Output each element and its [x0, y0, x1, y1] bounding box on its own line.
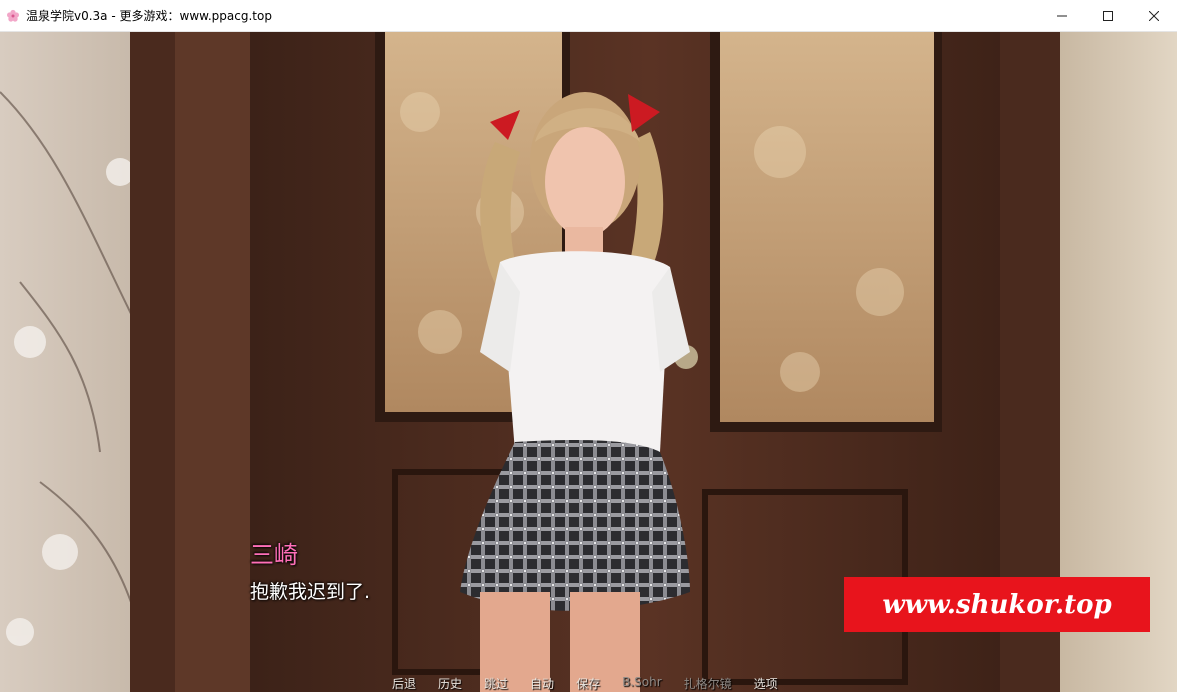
quick-menu-skip[interactable]: 跳过 — [484, 675, 508, 692]
minimize-button[interactable] — [1039, 0, 1085, 31]
window-controls — [1039, 0, 1177, 31]
sakura-app-icon — [6, 9, 20, 23]
watermark-text: www.shukor.top — [882, 589, 1112, 620]
window-title: 温泉学院v0.3a - 更多游戏：www.ppacg.top — [26, 9, 272, 23]
quick-menu-back[interactable]: 后退 — [392, 675, 416, 692]
game-window: 温泉学院v0.3a - 更多游戏：www.ppacg.top 三崎 抱歉我迟到了… — [0, 0, 1177, 692]
speaker-name: 三崎 — [250, 541, 298, 569]
quick-menu-zagor-mirror[interactable]: 扎格尔镜 — [684, 675, 732, 692]
close-button[interactable] — [1131, 0, 1177, 31]
quick-menu-auto[interactable]: 自动 — [530, 675, 554, 692]
maximize-button[interactable] — [1085, 0, 1131, 31]
watermark-banner: www.shukor.top — [844, 577, 1150, 632]
quick-menu-options[interactable]: 选项 — [754, 675, 778, 692]
maximize-icon — [1103, 10, 1113, 21]
minimize-icon — [1057, 15, 1067, 16]
close-icon — [1149, 10, 1159, 21]
title-bar: 温泉学院v0.3a - 更多游戏：www.ppacg.top — [0, 0, 1177, 32]
dialogue-text: 抱歉我迟到了. — [250, 581, 371, 603]
quick-menu-history[interactable]: 历史 — [438, 675, 462, 692]
quick-menu-save[interactable]: 保存 — [576, 675, 600, 692]
quick-menu: 后退 历史 跳过 自动 保存 B.Sohr 扎格尔镜 选项 — [392, 675, 778, 692]
quick-menu-b-sohr[interactable]: B.Sohr — [622, 675, 662, 692]
